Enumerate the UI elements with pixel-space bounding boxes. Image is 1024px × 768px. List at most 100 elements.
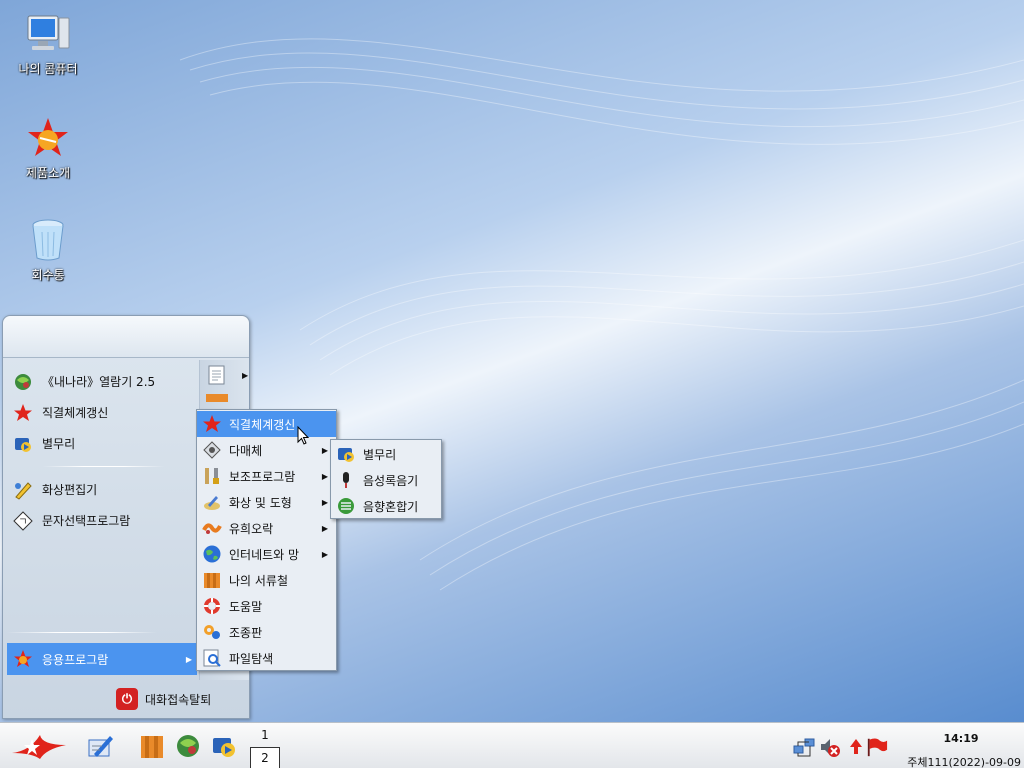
media-player-launcher[interactable]: [208, 730, 240, 762]
computer-icon: [24, 10, 72, 58]
submenu-item-label: 나의 서류철: [229, 573, 289, 588]
control-panel-icon: [201, 621, 223, 643]
character-map-icon: ㄱ: [12, 510, 34, 532]
trash-icon: [24, 216, 72, 264]
submenu-item-label: 음향혼합기: [363, 499, 419, 514]
desktop-icon-my-computer[interactable]: 나의 콤퓨터: [8, 10, 88, 77]
browser-launcher[interactable]: [172, 730, 204, 762]
power-icon: ⏻: [116, 688, 138, 710]
file-manager-launcher[interactable]: [136, 730, 168, 762]
volume-muted-icon[interactable]: [819, 736, 841, 758]
menu-item-image-editor[interactable]: 화상편집기: [7, 474, 197, 505]
chevron-right-icon: ▶: [321, 471, 328, 481]
image-editor-icon: [12, 479, 34, 501]
games-icon: [201, 517, 223, 539]
submenu-item-file-search[interactable]: 파일탐색: [197, 645, 336, 671]
file-search-icon: [201, 647, 223, 669]
mixer-icon: [335, 495, 357, 517]
svg-text:ㄱ: ㄱ: [18, 517, 27, 528]
chevron-right-icon: ▶: [185, 654, 192, 664]
menu-separator: [42, 466, 165, 467]
multimedia-icon: [201, 439, 223, 461]
menu-item-system-update[interactable]: 직결체계갱신: [7, 397, 197, 428]
media-player-icon: [12, 433, 34, 455]
submenu-item-label: 유희오락: [229, 521, 274, 536]
menu-item-browser[interactable]: 《내나라》열람기 2.5: [7, 366, 197, 397]
submenu-item-media-player[interactable]: 별무리: [331, 441, 441, 467]
browser-globe-icon: [177, 735, 199, 757]
workspace-1[interactable]: 1: [250, 724, 280, 746]
submenu-item-label: 다매체: [229, 443, 263, 458]
submenu-item-label: 화상 및 도형: [229, 495, 292, 510]
network-icon[interactable]: [793, 736, 815, 758]
help-lifebuoy-icon: [201, 595, 223, 617]
menu-item-media-player[interactable]: 별무리: [7, 428, 197, 459]
logout-button[interactable]: ⏻ 대화접속탈퇴: [116, 688, 211, 710]
microphone-icon: [335, 469, 357, 491]
submenu-item-sound-mixer[interactable]: 음향혼합기: [331, 493, 441, 519]
menu-item-character-map[interactable]: ㄱ 문자선택프로그람: [7, 505, 197, 536]
accessories-icon: [201, 465, 223, 487]
text-editor-launcher[interactable]: [84, 730, 116, 762]
menu-item-applications[interactable]: 응용프로그람 ▶: [7, 643, 197, 675]
chevron-right-icon: ▶: [321, 445, 328, 455]
media-player-icon: [213, 738, 235, 757]
submenu-item-label: 보조프로그람: [229, 469, 296, 484]
clock-time[interactable]: 14:19: [930, 732, 992, 745]
desktop-icon-label: 제품소개: [25, 166, 71, 180]
menu-item-label: 《내나라》열람기 2.5: [42, 375, 156, 389]
submenu-item-multimedia[interactable]: 다매체 ▶: [197, 437, 336, 463]
document-icon: [206, 364, 228, 386]
menu-item-label: 화상편집기: [42, 483, 98, 497]
graphics-icon: [201, 491, 223, 513]
submenu-item-label: 직결체계갱신: [229, 417, 296, 432]
red-flag-icon[interactable]: [866, 736, 888, 758]
submenu-item-control-panel[interactable]: 조종판: [197, 619, 336, 645]
submenu-item-label: 도움말: [229, 599, 263, 614]
submenu-item-accessories[interactable]: 보조프로그람 ▶: [197, 463, 336, 489]
desktop-icon-product-intro[interactable]: 제품소개: [8, 114, 88, 181]
internet-globe-icon: [201, 543, 223, 565]
submenu-item-system-update[interactable]: 직결체계갱신: [197, 411, 336, 437]
submenu-item-voice-recorder[interactable]: 음성록음기: [331, 467, 441, 493]
taskbar: 1 2 14:19 주체111(2022)-09-09: [0, 722, 1024, 768]
my-documents-icon: [201, 569, 223, 591]
submenu-item-graphics[interactable]: 화상 및 도형 ▶: [197, 489, 336, 515]
submenu-item-internet[interactable]: 인터네트와 망 ▶: [197, 541, 336, 567]
menu-separator: [7, 632, 157, 633]
system-update-star-icon: [201, 413, 223, 435]
desktop-icon-label: 나의 콤퓨터: [18, 62, 78, 76]
chevron-right-icon: ▶: [321, 497, 328, 507]
update-notifier-icon[interactable]: [845, 736, 867, 758]
submenu-item-games[interactable]: 유희오락 ▶: [197, 515, 336, 541]
submenu-item-label: 인터네트와 망: [229, 547, 300, 562]
start-button[interactable]: [10, 730, 68, 762]
multimedia-submenu: 별무리 음성록음기 음향혼합기: [330, 439, 442, 519]
menu-item-label: 응용프로그람: [42, 652, 109, 667]
system-update-star-icon: [12, 402, 34, 424]
chevron-right-icon: ▶: [242, 371, 249, 380]
menu-item-label: 별무리: [42, 437, 76, 451]
menu-item-label: 문자선택프로그람: [42, 514, 131, 528]
start-star-icon: [12, 735, 66, 759]
workspace-2[interactable]: 2: [250, 747, 280, 768]
desktop-icon-label: 회수통: [31, 268, 65, 282]
start-menu-header: [3, 316, 249, 358]
mouse-cursor-icon: [297, 425, 311, 449]
desktop-icon-trash[interactable]: 회수통: [8, 216, 88, 283]
my-documents-icon: [141, 736, 163, 758]
submenu-item-my-documents[interactable]: 나의 서류철: [197, 567, 336, 593]
menu-item-label: 직결체계갱신: [42, 406, 109, 420]
submenu-item-label: 조종판: [229, 625, 263, 640]
product-intro-icon: [24, 114, 72, 162]
applications-submenu: 직결체계갱신 다매체 ▶ 보조프로그람 ▶ 화상 및 도형 ▶ 유희오락 ▶ 인…: [196, 409, 337, 671]
submenu-item-label: 파일탐색: [229, 651, 274, 666]
text-editor-icon: [88, 736, 113, 757]
clock-date: 주체111(2022)-09-09: [907, 756, 1021, 768]
browser-globe-icon: [12, 371, 34, 393]
submenu-item-label: 별무리: [363, 447, 397, 462]
submenu-item-label: 음성록음기: [363, 473, 419, 488]
chevron-right-icon: ▶: [321, 549, 328, 559]
start-menu-left-column: 《내나라》열람기 2.5 직결체계갱신 별무리 화상편집기 ㄱ 문자선택프로그람: [7, 366, 197, 536]
submenu-item-help[interactable]: 도움말: [197, 593, 336, 619]
